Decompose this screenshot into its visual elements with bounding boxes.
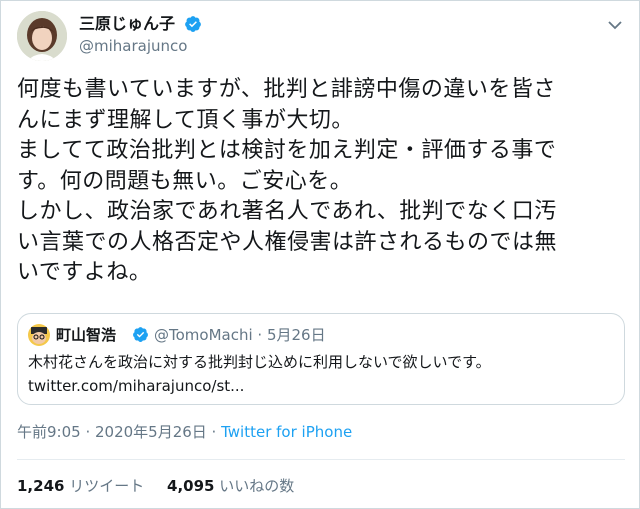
quoted-tweet-link[interactable]: twitter.com/miharajunco/st... <box>28 376 244 397</box>
quoted-author-avatar <box>28 324 50 346</box>
divider <box>17 459 625 460</box>
chevron-down-icon[interactable] <box>605 15 625 35</box>
author-names: 三原じゅん子 @miharajunco <box>79 13 202 57</box>
verified-badge-icon <box>185 16 201 32</box>
tweet-timestamp[interactable]: 午前9:05 · 2020年5月26日 · <box>17 423 221 441</box>
quoted-author-handle: @TomoMachi · 5月26日 <box>154 326 326 344</box>
verified-badge-icon <box>133 327 148 342</box>
author-avatar[interactable] <box>17 11 67 61</box>
quoted-tweet-text: 木村花さんを政治に対する批判封じ込めに利用しないで欲しいです。 <box>28 353 491 371</box>
likes-count: 4,095 <box>167 477 215 495</box>
tweet-text: 何度も書いていますが、批判と誹謗中傷の違いを皆さ んにまず理解して頂く事が大切。… <box>17 77 558 285</box>
likes-stat[interactable]: 4,095 いいねの数 <box>167 475 294 497</box>
tweet-source[interactable]: Twitter for iPhone <box>221 423 352 441</box>
tweet-card: 三原じゅん子 @miharajunco 何度も書いていますが、批判と誹謗中傷の違… <box>0 0 640 509</box>
quoted-tweet[interactable]: 町山智浩 @TomoMachi · 5月26日 木村花さんを政治に対する批判封じ… <box>17 313 625 405</box>
tweet-meta: 午前9:05 · 2020年5月26日 · Twitter for iPhone <box>17 421 352 443</box>
likes-label: いいねの数 <box>219 477 295 495</box>
retweets-count: 1,246 <box>17 477 65 495</box>
author-handle[interactable]: @miharajunco <box>79 35 202 57</box>
author-display-name[interactable]: 三原じゅん子 <box>79 13 175 35</box>
tweet-stats: 1,246 リツイート 4,095 いいねの数 <box>17 475 312 497</box>
quoted-author-name: 町山智浩 <box>56 326 117 344</box>
retweets-stat[interactable]: 1,246 リツイート <box>17 475 144 497</box>
tweet-header: 三原じゅん子 @miharajunco <box>17 11 625 63</box>
retweets-label: リツイート <box>69 477 145 495</box>
